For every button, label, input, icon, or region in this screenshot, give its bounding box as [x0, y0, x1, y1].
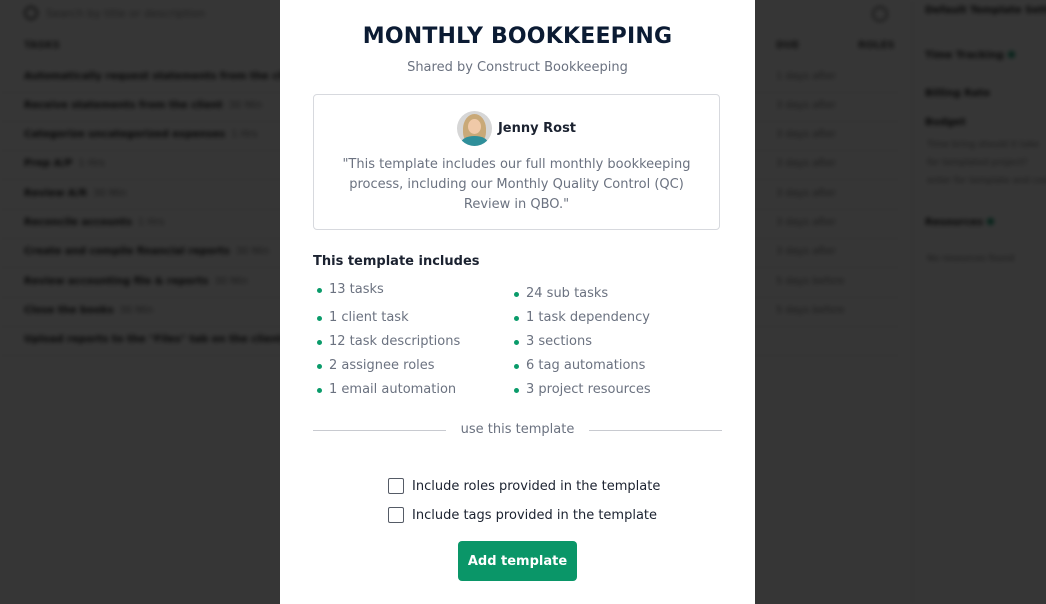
include-roles-option[interactable]: Include roles provided in the template — [388, 478, 660, 494]
template-preview-modal: MONTHLY BOOKKEEPING Shared by Construct … — [280, 0, 755, 604]
include-tags-checkbox[interactable] — [388, 507, 404, 523]
list-item: 3 project resources — [510, 378, 651, 402]
avatar — [456, 111, 492, 146]
author: Jenny Rost — [314, 111, 719, 146]
include-roles-label: Include roles provided in the template — [412, 478, 661, 494]
bullet-icon — [317, 364, 322, 369]
author-name: Jenny Rost — [497, 121, 577, 136]
list-item: 3 sections — [510, 330, 651, 354]
includes-heading: This template includes — [313, 254, 480, 269]
include-roles-checkbox[interactable] — [388, 478, 404, 494]
add-template-button[interactable]: Add template — [458, 541, 577, 581]
list-item: 6 tag automations — [510, 354, 651, 378]
bullet-icon — [317, 340, 322, 345]
list-item: 12 task descriptions — [313, 330, 460, 354]
include-tags-option[interactable]: Include tags provided in the template — [388, 507, 657, 523]
bullet-icon — [514, 340, 519, 345]
modal-title: MONTHLY BOOKKEEPING — [362, 24, 673, 49]
bullet-icon — [514, 388, 519, 393]
include-tags-label: Include tags provided in the template — [412, 507, 658, 523]
bullet-icon — [317, 288, 322, 293]
includes-list-left: 13 tasks 1 client task 12 task descripti… — [313, 278, 460, 402]
list-item: 2 assignee roles — [313, 354, 460, 378]
list-item: 1 task dependency — [510, 306, 651, 330]
bullet-icon — [317, 388, 322, 393]
list-item: 24 sub tasks — [510, 282, 651, 306]
bullet-icon — [514, 292, 519, 297]
list-item: 1 client task — [313, 306, 460, 330]
author-quote: "This template includes our full monthly… — [342, 157, 691, 212]
divider-line — [589, 430, 722, 431]
use-template-divider: use this template — [313, 420, 722, 440]
includes-list-right: 24 sub tasks 1 task dependency 3 section… — [510, 282, 651, 402]
bullet-icon — [317, 316, 322, 321]
list-item: 13 tasks — [313, 278, 460, 302]
modal-subtitle: Shared by Construct Bookkeeping — [407, 60, 628, 75]
list-item: 1 email automation — [313, 378, 460, 402]
author-quote-card: Jenny Rost "This template includes our f… — [313, 94, 720, 230]
bullet-icon — [514, 316, 519, 321]
bullet-icon — [514, 364, 519, 369]
